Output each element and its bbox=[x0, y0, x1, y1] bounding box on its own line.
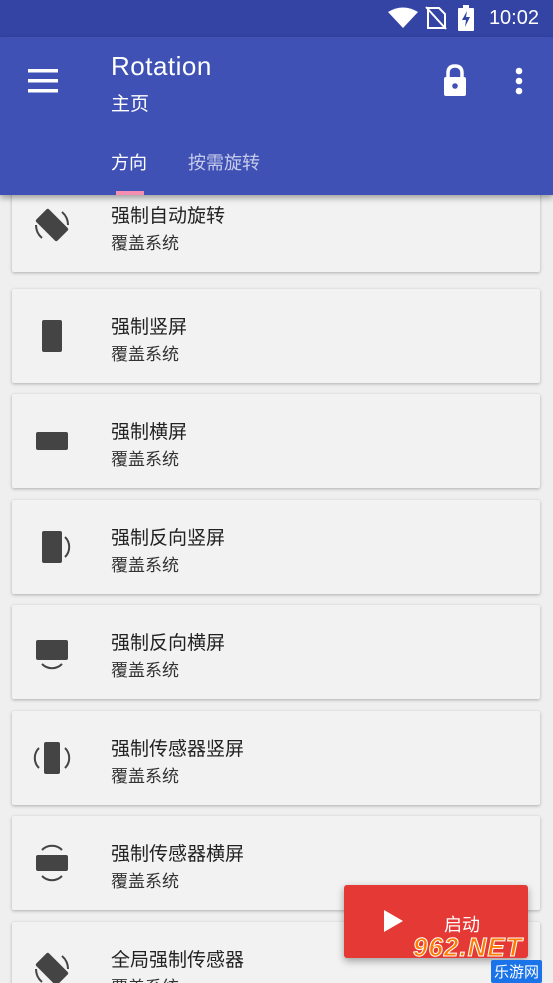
item-desc: 覆盖系统 bbox=[111, 556, 179, 576]
item-name: 强制传感器横屏 bbox=[111, 843, 245, 865]
watermark-number: 962.NET bbox=[413, 932, 523, 963]
play-icon bbox=[384, 910, 403, 932]
tab-rotate-on-demand[interactable]: 按需旋转 bbox=[188, 149, 260, 175]
item-desc: 覆盖系统 bbox=[111, 450, 179, 470]
orientation-list: 强制自动旋转 覆盖系统 强制竖屏 覆盖系统 强制横屏 覆盖系统 强制反向竖屏 覆… bbox=[0, 195, 553, 983]
reverse-portrait-icon bbox=[42, 531, 71, 563]
reverse-landscape-icon bbox=[36, 640, 68, 670]
more-vert-icon[interactable] bbox=[506, 65, 532, 99]
list-item-portrait[interactable]: 强制竖屏 覆盖系统 bbox=[12, 289, 540, 383]
item-desc: 覆盖系统 bbox=[111, 973, 179, 983]
list-item-reverse-portrait[interactable]: 强制反向竖屏 覆盖系统 bbox=[12, 500, 540, 594]
list-item-reverse-landscape[interactable]: 强制反向横屏 覆盖系统 bbox=[12, 605, 540, 699]
item-desc: 覆盖系统 bbox=[111, 661, 179, 681]
no-sim-icon bbox=[425, 6, 447, 30]
battery-charging-icon bbox=[458, 5, 474, 31]
tab-indicator bbox=[116, 191, 144, 195]
menu-icon[interactable] bbox=[22, 63, 66, 99]
status-time: 10:02 bbox=[488, 7, 539, 29]
lock-icon[interactable] bbox=[440, 63, 470, 99]
status-bar: 10:02 bbox=[0, 0, 553, 37]
app-bar: Rotation 主页 方向 按需旋转 bbox=[0, 37, 553, 195]
landscape-icon bbox=[36, 432, 68, 450]
portrait-icon bbox=[42, 320, 62, 352]
app-subtitle: 主页 bbox=[111, 93, 150, 115]
list-item-landscape[interactable]: 强制横屏 覆盖系统 bbox=[12, 394, 540, 488]
item-name: 强制传感器竖屏 bbox=[111, 738, 245, 760]
item-name: 强制竖屏 bbox=[111, 316, 188, 338]
item-name: 强制横屏 bbox=[111, 421, 188, 443]
app-title: Rotation bbox=[111, 51, 212, 81]
item-name: 强制反向横屏 bbox=[111, 632, 226, 654]
wifi-icon bbox=[388, 7, 418, 28]
item-desc: 覆盖系统 bbox=[111, 345, 179, 365]
watermark-site: 乐游网 bbox=[491, 960, 543, 983]
list-item-auto-rotate[interactable]: 强制自动旋转 覆盖系统 bbox=[12, 195, 540, 272]
item-name: 强制自动旋转 bbox=[111, 205, 226, 227]
auto-rotate-icon bbox=[34, 208, 70, 242]
item-name: 强制反向竖屏 bbox=[111, 527, 226, 549]
item-desc: 覆盖系统 bbox=[111, 234, 179, 254]
sensor-portrait-icon bbox=[33, 742, 71, 774]
full-sensor-icon bbox=[34, 952, 70, 983]
sensor-landscape-icon bbox=[36, 844, 68, 882]
list-item-sensor-portrait[interactable]: 强制传感器竖屏 覆盖系统 bbox=[12, 711, 540, 805]
item-name: 全局强制传感器 bbox=[111, 949, 245, 971]
watermark-logo: 962.NET 乐游网 bbox=[413, 932, 549, 983]
item-desc: 覆盖系统 bbox=[111, 767, 179, 787]
tab-direction[interactable]: 方向 bbox=[111, 149, 147, 175]
item-desc: 覆盖系统 bbox=[111, 872, 179, 892]
